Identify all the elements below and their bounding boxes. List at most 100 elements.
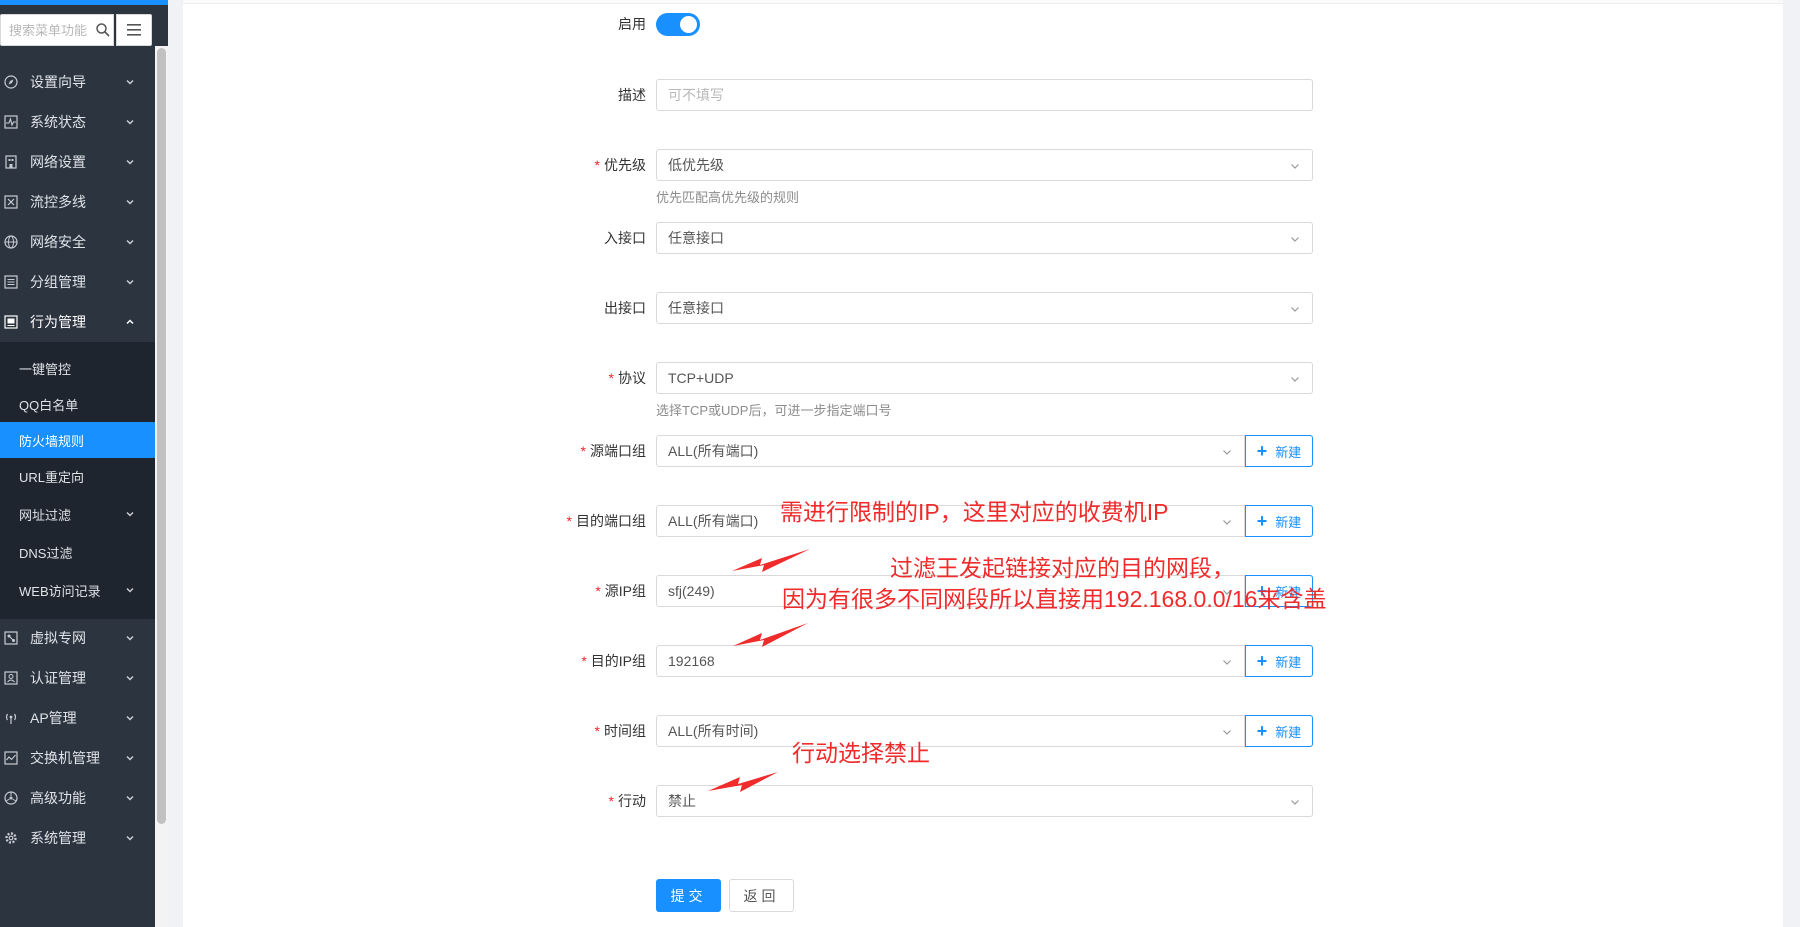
enable-switch[interactable] (656, 13, 700, 36)
sidebar-item-label: 虚拟专网 (30, 630, 86, 646)
switch-knob (680, 16, 697, 33)
chevron-down-icon (1223, 660, 1231, 665)
sidebar-item-flow-control[interactable]: 流控多线 (0, 182, 155, 222)
menu-search-box[interactable] (0, 14, 114, 46)
chevron-down-icon (1223, 520, 1231, 525)
action-select[interactable]: 禁止 (656, 785, 1313, 817)
priority-value: 低优先级 (668, 157, 724, 173)
out-interface-label: 出接口 (604, 300, 646, 316)
chevron-down-icon (1291, 237, 1299, 242)
auth-icon (4, 671, 18, 685)
sidebar-item-system-status[interactable]: 系统状态 (0, 102, 155, 142)
sidebar-item-authentication[interactable]: 认证管理 (0, 658, 155, 698)
time-group-select[interactable]: ALL(所有时间) (656, 715, 1245, 747)
chevron-down-icon (1223, 730, 1231, 735)
priority-hint: 优先匹配高优先级的规则 (656, 190, 800, 205)
submenu-item-firewall-rules[interactable]: 防火墙规则 (0, 422, 155, 458)
new-src-port-group-button[interactable]: + 新建 (1245, 435, 1313, 467)
chevron-down-icon (126, 755, 134, 761)
submenu-item-label: QQ白名单 (19, 397, 79, 413)
sidebar-item-label: 高级功能 (30, 790, 86, 806)
annotation-dst-ip-line1: 过滤王发起链接对应的目的网段， (890, 555, 1235, 581)
in-interface-select[interactable]: 任意接口 (656, 222, 1313, 254)
chevron-down-icon (126, 675, 134, 681)
description-field[interactable] (656, 79, 1313, 111)
chevron-down-icon (126, 199, 134, 205)
chevron-down-icon (126, 119, 134, 125)
search-icon[interactable] (95, 22, 111, 38)
sidebar-item-ap-management[interactable]: AP管理 (0, 698, 155, 738)
scrollbar-thumb[interactable] (157, 48, 166, 824)
switch-icon (4, 751, 18, 765)
chevron-down-icon (126, 795, 134, 801)
time-group-value: ALL(所有时间) (668, 723, 759, 739)
pulse-chart-icon (4, 115, 18, 129)
sidebar-item-label: 分组管理 (30, 274, 86, 290)
new-dst-ip-group-button[interactable]: + 新建 (1245, 645, 1313, 677)
flow-control-icon (4, 195, 18, 209)
plus-icon: + (1256, 721, 1268, 741)
sidebar-item-group-management[interactable]: 分组管理 (0, 262, 155, 302)
submenu-item-label: 防火墙规则 (19, 433, 85, 449)
src-port-group-value: ALL(所有端口) (668, 443, 759, 459)
sidebar-item-label: 系统管理 (30, 830, 86, 846)
sidebar-item-advanced[interactable]: 高级功能 (0, 778, 155, 818)
new-time-group-button[interactable]: + 新建 (1245, 715, 1313, 747)
chevron-down-icon (1223, 450, 1231, 455)
chevron-down-icon (126, 79, 134, 85)
globe-icon (4, 235, 18, 249)
sidebar-item-vpn[interactable]: 虚拟专网 (0, 618, 155, 658)
priority-select[interactable]: 低优先级 (656, 149, 1313, 181)
src-port-group-label: * 源端口组 (580, 443, 646, 459)
action-label: * 行动 (608, 793, 646, 809)
sidebar-item-label: 网络安全 (30, 234, 86, 250)
menu-collapse-button[interactable] (116, 14, 152, 46)
annotation-src-ip: 需进行限制的IP，这里对应的收费机IP (780, 499, 1169, 525)
sidebar-item-label: 交换机管理 (30, 750, 100, 766)
chevron-down-icon (1291, 307, 1299, 312)
priority-label: * 优先级 (594, 157, 646, 173)
sidebar-item-label: 认证管理 (30, 670, 86, 686)
chevron-down-icon (126, 239, 134, 245)
plus-icon: + (1256, 511, 1268, 531)
sidebar-scrollbar[interactable] (155, 46, 168, 927)
sidebar-item-network-settings[interactable]: 网络设置 (0, 142, 155, 182)
description-label: 描述 (618, 87, 646, 103)
in-interface-label: 入接口 (604, 230, 646, 246)
out-interface-select[interactable]: 任意接口 (656, 292, 1313, 324)
menu-search-input[interactable] (9, 22, 93, 38)
gear-icon (4, 831, 18, 845)
protocol-hint: 选择TCP或UDP后，可进一步指定端口号 (656, 403, 892, 418)
out-interface-value: 任意接口 (668, 300, 724, 316)
sidebar-item-network-security[interactable]: 网络安全 (0, 222, 155, 262)
protocol-select[interactable]: TCP+UDP (656, 362, 1313, 394)
protocol-label: * 协议 (608, 370, 646, 386)
submenu-item-label: 一键管控 (19, 361, 72, 377)
sidebar-item-switch-management[interactable]: 交换机管理 (0, 738, 155, 778)
time-group-label: * 时间组 (594, 723, 646, 739)
submenu-item-url-filter[interactable]: 网址过滤 (0, 496, 155, 532)
hamburger-icon (127, 24, 141, 36)
submenu-item-qq-whitelist[interactable]: QQ白名单 (0, 386, 155, 422)
submit-button[interactable]: 提交 (656, 879, 721, 912)
submenu-item-web-access-log[interactable]: WEB访问记录 (0, 572, 155, 608)
sidebar: 设置向导 系统状态 网络设置 流控多线 网络安全 分组管理 (0, 0, 168, 927)
sidebar-item-system-management[interactable]: 系统管理 (0, 818, 155, 858)
chevron-down-icon (1291, 800, 1299, 805)
sidebar-item-setup-wizard[interactable]: 设置向导 (0, 62, 155, 102)
in-interface-value: 任意接口 (668, 230, 724, 246)
src-ip-group-value: sfj(249) (668, 583, 715, 599)
submenu-item-one-key-control[interactable]: 一键管控 (0, 350, 155, 386)
chevron-up-icon (126, 319, 134, 325)
submenu-item-url-redirect[interactable]: URL重定向 (0, 458, 155, 494)
description-input[interactable] (668, 87, 1268, 103)
wireless-icon (4, 711, 18, 725)
sidebar-item-behavior-management[interactable]: 行为管理 (0, 302, 155, 342)
dst-ip-group-select[interactable]: 192168 (656, 645, 1245, 677)
new-dst-port-group-button[interactable]: + 新建 (1245, 505, 1313, 537)
submenu-item-label: DNS过滤 (19, 545, 73, 561)
submenu-item-dns-filter[interactable]: DNS过滤 (0, 534, 155, 570)
src-port-group-select[interactable]: ALL(所有端口) (656, 435, 1245, 467)
back-button[interactable]: 返回 (729, 879, 794, 912)
monitor-icon (4, 315, 18, 329)
